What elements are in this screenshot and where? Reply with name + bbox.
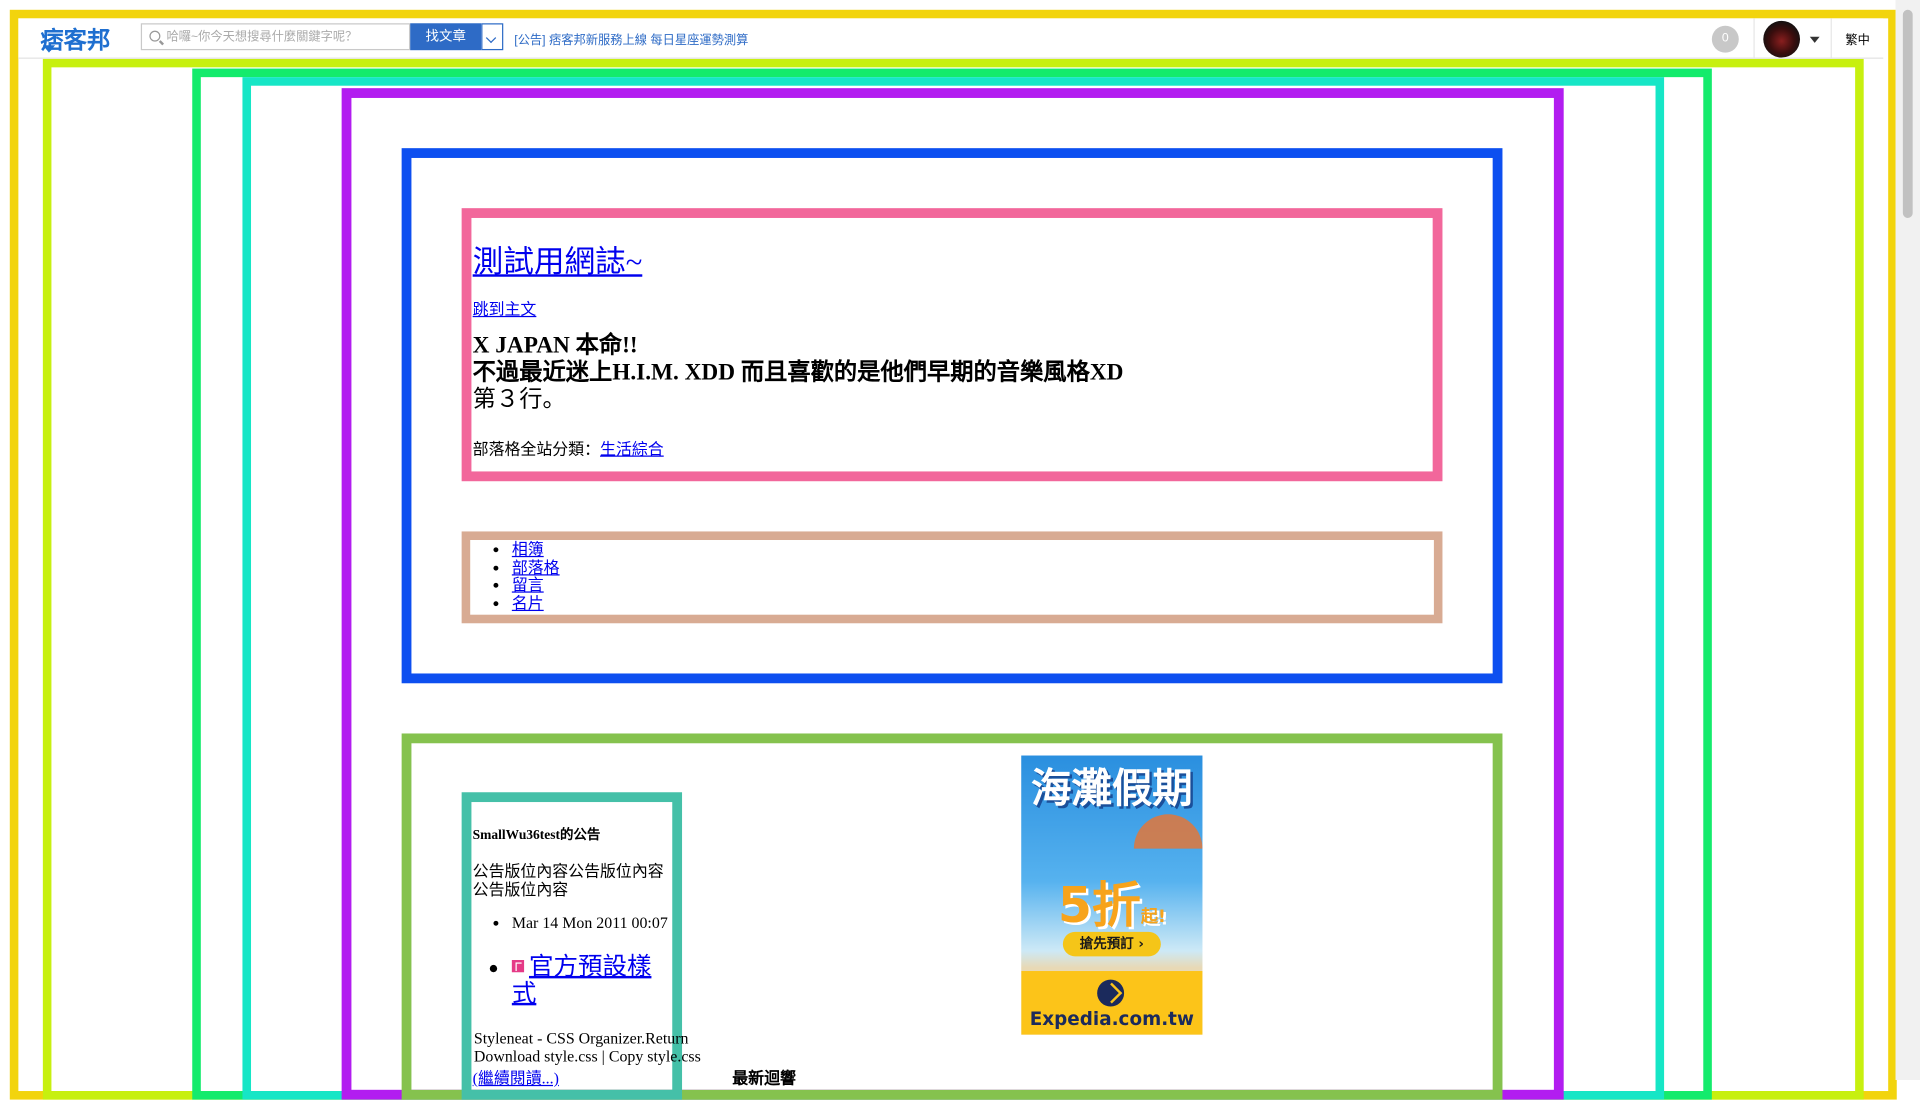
- divider: [1753, 18, 1755, 58]
- menu-item: 相簿: [512, 540, 560, 559]
- top-navigation-bar: 痞客邦 找文章 [公告] 痞客邦新服務上線 每日星座運勢測算 0 繁中: [18, 18, 1884, 59]
- description-line: X JAPAN 本命!!: [472, 333, 638, 359]
- vertical-scrollbar[interactable]: [1895, 0, 1920, 1081]
- blog-menu: 相簿 部落格 留言 名片: [512, 540, 560, 613]
- description-line: 第３行。: [472, 386, 566, 413]
- search-box[interactable]: [140, 23, 411, 51]
- ad-banner[interactable]: 海灘假期 5折起! 搶先預訂 › Expedia.com.tw: [1021, 755, 1203, 1035]
- article-list: Mar 14 Mon 2011 00:07 官方預設樣式: [511, 912, 671, 1008]
- scrollbar-thumb[interactable]: [1902, 9, 1913, 218]
- search-input[interactable]: [166, 26, 406, 47]
- ad-footer: Expedia.com.tw: [1021, 971, 1203, 1035]
- menu-link-profile[interactable]: 名片: [512, 594, 544, 612]
- ad-brand: Expedia.com.tw: [1029, 1007, 1194, 1030]
- find-article-button[interactable]: 找文章: [410, 23, 482, 51]
- search-icon: [149, 30, 161, 42]
- ad-discount: 5折起!: [1021, 866, 1202, 937]
- read-more-link[interactable]: (繼續閱讀...): [473, 1065, 559, 1088]
- category-label: 部落格全站分類：: [472, 439, 601, 458]
- logo-bubble-tail: [42, 45, 56, 53]
- menu-item: 部落格: [512, 558, 560, 577]
- article-excerpt: Styleneat - CSS Organizer.Return Downloa…: [473, 1028, 701, 1066]
- menu-link-guestbook[interactable]: 留言: [512, 576, 544, 594]
- menu-link-album[interactable]: 相簿: [512, 540, 544, 558]
- ad-headline: 海灘假期: [1031, 764, 1193, 812]
- notice-title: SmallWu36test的公告: [472, 827, 601, 843]
- menu-item: 留言: [512, 576, 560, 595]
- notice-content: 公告版位內容公告版位內容公告版位內容: [472, 862, 664, 899]
- post-date: Mar 14 Mon 2011 00:07: [512, 912, 671, 934]
- avatar[interactable]: [1763, 20, 1801, 58]
- menu-link-blog[interactable]: 部落格: [512, 558, 560, 576]
- post-title-item: 官方預設樣式: [511, 954, 671, 1008]
- category-link[interactable]: 生活綜合: [600, 440, 664, 458]
- blog-title-link[interactable]: 測試用網誌~: [473, 238, 643, 282]
- ad-discount-suffix: 起!: [1140, 907, 1166, 927]
- notification-badge[interactable]: 0: [1711, 25, 1739, 53]
- expedia-plane-icon: [1097, 979, 1125, 1007]
- ad-book-now-button[interactable]: 搶先預訂 ›: [1062, 931, 1161, 957]
- skip-to-main-link[interactable]: 跳到主文: [473, 296, 537, 319]
- beach-umbrella-icon: [1133, 814, 1203, 849]
- language-switcher[interactable]: 繁中: [1845, 29, 1869, 47]
- description-line: 不過最近迷上H.I.M. XDD 而且喜歡的是他們早期的音樂風格XD: [472, 360, 1124, 386]
- caret-down-icon[interactable]: [1809, 36, 1820, 43]
- divider: [1830, 18, 1832, 58]
- announcement-link[interactable]: [公告] 痞客邦新服務上線 每日星座運勢測算: [514, 29, 748, 47]
- menu-item: 名片: [512, 594, 560, 613]
- ad-cta-label: 搶先預訂: [1079, 935, 1134, 952]
- blog-description: X JAPAN 本命!! 不過最近迷上H.I.M. XDD 而且喜歡的是他們早期…: [473, 333, 1124, 414]
- outline-frame-tan: [461, 531, 1443, 624]
- search-type-dropdown[interactable]: [481, 23, 504, 51]
- ad-discount-value: 5折: [1057, 877, 1141, 935]
- latest-comments-heading: 最新迴響: [732, 1068, 796, 1088]
- blog-category: 部落格全站分類：生活綜合: [473, 436, 664, 459]
- pin-tag-icon: [511, 960, 525, 973]
- page: 痞客邦 找文章 [公告] 痞客邦新服務上線 每日星座運勢測算 0 繁中 測試用網…: [0, 0, 1920, 1100]
- post-title-link[interactable]: 官方預設樣式: [512, 954, 652, 1008]
